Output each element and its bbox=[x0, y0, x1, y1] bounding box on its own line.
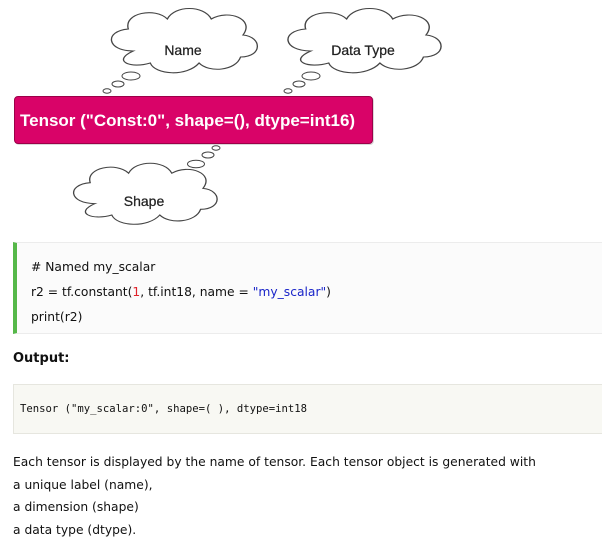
shape-bubble-1 bbox=[211, 145, 221, 151]
data-type-bubble-3 bbox=[283, 88, 293, 94]
data-type-cloud-label: Data Type bbox=[331, 42, 395, 58]
description-line: a unique label (name), bbox=[13, 477, 153, 492]
name-cloud-label: Name bbox=[164, 42, 202, 58]
description-line: a dimension (shape) bbox=[13, 500, 139, 514]
code-token-suffix: ) bbox=[326, 285, 331, 299]
data-type-cloud-bubbles bbox=[283, 71, 321, 94]
name-bubble-2 bbox=[111, 80, 125, 88]
name-cloud-bubbles bbox=[102, 71, 141, 94]
shape-cloud-bubbles bbox=[187, 145, 221, 169]
code-token-prefix: r2 = tf.constant( bbox=[31, 285, 133, 299]
shape-cloud-label: Shape bbox=[124, 193, 165, 209]
output-heading: Output: bbox=[13, 351, 70, 366]
code-block: # Named my_scalar r2 = tf.constant(1, tf… bbox=[13, 242, 602, 334]
shape-bubble-3 bbox=[187, 159, 205, 169]
code-comment-line: # Named my_scalar bbox=[31, 260, 156, 274]
code-constant-line: r2 = tf.constant(1, tf.int18, name = "my… bbox=[31, 280, 602, 305]
name-bubble-1 bbox=[121, 71, 141, 81]
code-print-line: print(r2) bbox=[31, 310, 83, 324]
data-type-bubble-1 bbox=[301, 71, 321, 81]
name-bubble-3 bbox=[102, 88, 112, 94]
output-block: Tensor ("my_scalar:0", shape=( ), dtype=… bbox=[13, 384, 602, 434]
tensor-signature-box: Tensor ("Const:0", shape=(), dtype=int16… bbox=[14, 96, 373, 144]
code-token-middle: , tf.int18, name = bbox=[140, 285, 253, 299]
description-line: a data type (dtype). bbox=[13, 522, 137, 537]
data-type-cloud bbox=[287, 7, 442, 74]
name-cloud bbox=[110, 7, 259, 74]
description-line: Each tensor is displayed by the name of … bbox=[13, 455, 536, 469]
shape-bubble-2 bbox=[201, 151, 215, 159]
data-type-bubble-2 bbox=[292, 80, 306, 88]
tensor-anatomy-diagram: Name Data Type Shape Tensor ("Const:0", … bbox=[0, 0, 602, 232]
code-string-literal: "my_scalar" bbox=[252, 285, 327, 299]
description: Each tensor is displayed by the name of … bbox=[13, 451, 598, 541]
